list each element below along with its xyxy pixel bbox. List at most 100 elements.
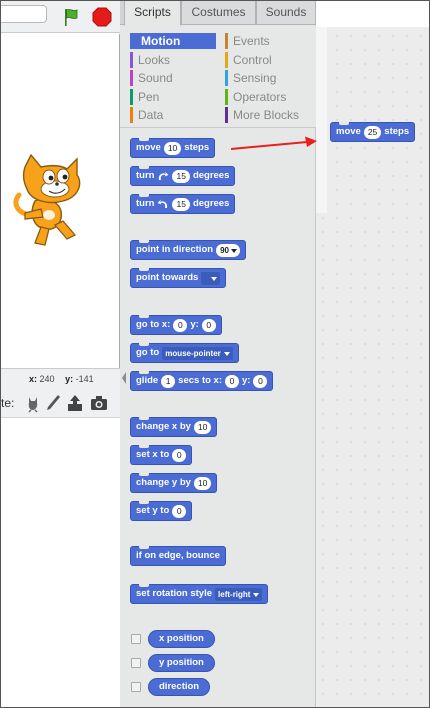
new-sprite-label: te: <box>1 396 15 410</box>
project-title-input[interactable] <box>1 5 47 23</box>
go-to-xy-block[interactable]: go to x: 0 y: 0 <box>130 315 222 335</box>
category-events[interactable]: Events <box>225 33 311 49</box>
stage-canvas[interactable] <box>1 34 120 368</box>
set-x-block[interactable]: set x to 0 <box>130 445 193 465</box>
go-to-target-dropdown[interactable]: mouse-pointer <box>162 346 233 360</box>
turn-left-block[interactable]: turn 15 degrees <box>130 194 236 214</box>
y-position-reporter[interactable]: y position <box>148 654 215 672</box>
rotate-clockwise-icon <box>159 171 169 180</box>
stage-toolbar <box>1 1 120 33</box>
sprite-list <box>1 419 120 677</box>
editor-tabs: Scripts Costumes Sounds <box>120 1 316 26</box>
placed-move-steps-block[interactable]: move 25 steps <box>330 122 416 142</box>
block-text: move <box>136 142 161 153</box>
steps-input[interactable]: 25 <box>363 125 382 139</box>
block-text: turn <box>136 198 155 209</box>
block-text: point towards <box>136 272 199 283</box>
change-x-block[interactable]: change x by 10 <box>130 417 218 437</box>
choose-sprite-from-library-icon[interactable] <box>23 393 43 413</box>
x-input[interactable]: 0 <box>173 318 188 332</box>
category-pen[interactable]: Pen <box>130 89 216 105</box>
change-y-block[interactable]: change y by 10 <box>130 473 218 493</box>
new-sprite-bar: te: <box>1 388 120 418</box>
point-towards-block[interactable]: point towards <box>130 268 227 288</box>
x-coordinate-value: 240 <box>39 374 55 384</box>
change-x-input[interactable]: 10 <box>193 420 212 434</box>
stop-sign-icon[interactable] <box>92 7 112 27</box>
category-operators[interactable]: Operators <box>225 89 311 105</box>
set-y-input[interactable]: 0 <box>172 504 187 518</box>
category-more-blocks[interactable]: More Blocks <box>225 107 311 123</box>
block-text: move <box>336 126 361 137</box>
block-text: set x to <box>136 449 170 460</box>
degrees-input[interactable]: 15 <box>172 169 190 183</box>
block-text: go to x: <box>136 319 171 330</box>
direction-checkbox[interactable] <box>131 682 141 692</box>
rotation-style-dropdown[interactable]: left-right <box>215 587 263 601</box>
block-text: degrees <box>192 170 230 181</box>
block-text: set y to <box>136 505 170 516</box>
upload-sprite-icon[interactable] <box>65 393 85 413</box>
degrees-input[interactable]: 15 <box>172 197 190 211</box>
category-sound[interactable]: Sound <box>130 70 216 86</box>
block-text: secs to x: <box>178 375 222 386</box>
paint-new-sprite-icon[interactable] <box>43 393 63 413</box>
category-sensing[interactable]: Sensing <box>225 70 311 86</box>
rotate-counterclockwise-icon <box>157 199 168 208</box>
y-coordinate-label: y: <box>65 374 74 384</box>
scripts-area-header <box>316 1 429 27</box>
set-rotation-style-block[interactable]: set rotation style left-right <box>130 584 269 604</box>
if-on-edge-bounce-block[interactable]: if on edge, bounce <box>130 546 226 566</box>
go-to-block[interactable]: go to mouse-pointer <box>130 343 239 363</box>
y-input[interactable]: 0 <box>253 374 268 388</box>
block-categories: Motion Looks Sound Pen Data Events Contr… <box>120 26 316 128</box>
secs-input[interactable]: 1 <box>161 374 176 388</box>
tab-scripts[interactable]: Scripts <box>124 1 181 26</box>
set-x-input[interactable]: 0 <box>172 448 187 462</box>
category-data[interactable]: Data <box>130 107 216 123</box>
x-position-checkbox[interactable] <box>131 634 141 644</box>
x-coordinate-label: x: <box>29 374 38 384</box>
scratch-editor: x: 240 y: -141 te: Scripts Costumes Soun… <box>0 0 430 708</box>
scripts-area-edge <box>316 27 327 213</box>
category-motion[interactable]: Motion <box>130 33 216 49</box>
block-text: change y by <box>136 477 191 488</box>
category-control[interactable]: Control <box>225 52 311 68</box>
tab-costumes[interactable]: Costumes <box>181 1 256 25</box>
direction-dropdown[interactable]: 90 <box>216 243 240 257</box>
block-text: glide <box>136 375 159 386</box>
block-text: if on edge, bounce <box>136 550 220 561</box>
block-text: set rotation style <box>136 588 213 599</box>
block-text: point in direction <box>136 244 214 255</box>
block-text: degrees <box>192 198 230 209</box>
motion-blocks: move 10 steps turn 15 degrees turn 15 de… <box>120 129 316 707</box>
block-text: steps <box>384 126 410 137</box>
x-position-reporter[interactable]: x position <box>148 630 215 648</box>
glide-block[interactable]: glide 1 secs to x: 0 y: 0 <box>130 371 274 391</box>
towards-dropdown[interactable] <box>201 271 221 285</box>
set-y-block[interactable]: set y to 0 <box>130 501 193 521</box>
block-text: turn <box>136 170 155 181</box>
stage-column: x: 240 y: -141 te: <box>1 1 120 707</box>
red-arrow-annotation <box>230 136 317 150</box>
green-flag-icon[interactable] <box>61 6 83 28</box>
scripts-area[interactable] <box>316 1 429 707</box>
tab-sounds[interactable]: Sounds <box>256 1 316 25</box>
scratch-cat-sprite[interactable] <box>11 153 87 249</box>
y-coordinate-value: -141 <box>75 374 94 384</box>
block-palette: Scripts Costumes Sounds Motion Looks Sou… <box>120 1 316 707</box>
steps-input[interactable]: 10 <box>163 141 182 155</box>
direction-reporter[interactable]: direction <box>148 678 211 696</box>
change-y-input[interactable]: 10 <box>193 476 212 490</box>
y-input[interactable]: 0 <box>201 318 216 332</box>
camera-icon[interactable] <box>89 393 109 413</box>
block-text: y: <box>242 375 251 386</box>
stage-collapse-arrow-icon[interactable] <box>121 369 127 387</box>
x-input[interactable]: 0 <box>225 374 239 388</box>
category-looks[interactable]: Looks <box>130 52 216 68</box>
move-steps-block[interactable]: move 10 steps <box>130 138 216 158</box>
turn-right-block[interactable]: turn 15 degrees <box>130 166 236 186</box>
y-position-checkbox[interactable] <box>131 658 141 668</box>
point-in-direction-block[interactable]: point in direction 90 <box>130 240 246 260</box>
block-text: change x by <box>136 421 191 432</box>
